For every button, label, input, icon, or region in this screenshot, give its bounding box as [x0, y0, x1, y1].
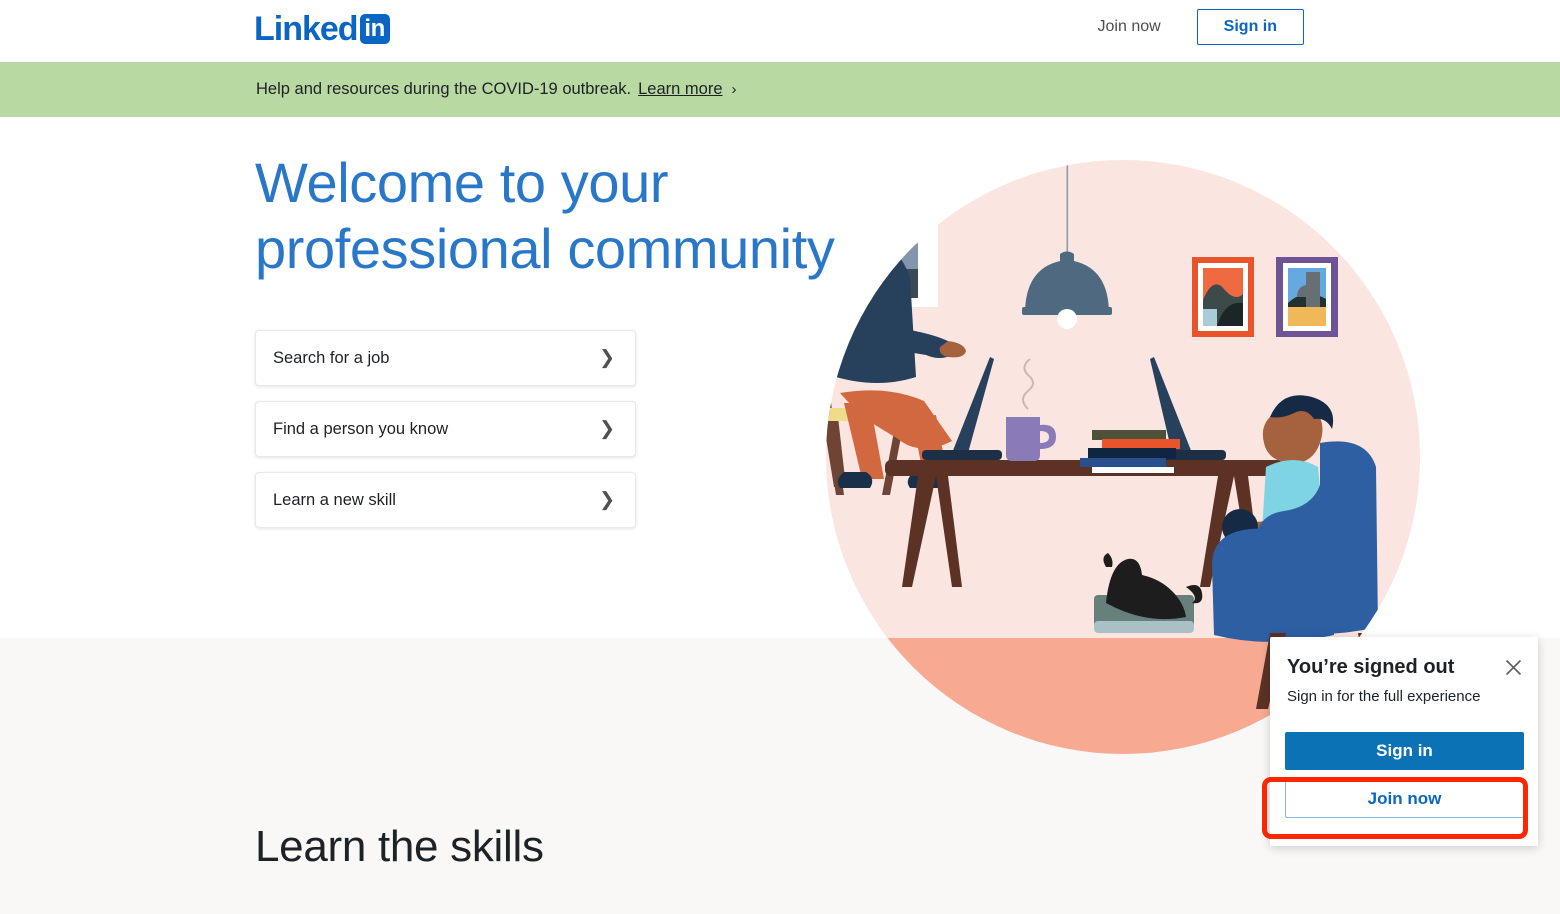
- popup-title: You’re signed out: [1287, 656, 1455, 678]
- logo-in-badge: in: [359, 14, 390, 44]
- cta-find-a-person-you-know[interactable]: Find a person you know ❯: [255, 401, 636, 457]
- book-stack: [1080, 430, 1180, 473]
- linkedin-homepage: Linked in Join now Sign in Help and reso…: [0, 0, 1560, 914]
- chevron-right-icon: ❯: [599, 347, 615, 369]
- cta-label: Search for a job: [273, 348, 390, 367]
- logo-wordmark: Linked: [254, 10, 359, 48]
- framed-picture-left: [1192, 257, 1254, 337]
- covid-notice-banner: Help and resources during the COVID-19 o…: [0, 62, 1560, 117]
- hero-cta-list: Search for a job ❯ Find a person you kno…: [255, 330, 636, 543]
- chevron-right-icon: ›: [731, 81, 737, 98]
- chevron-right-icon: ❯: [599, 418, 615, 440]
- cta-search-for-a-job[interactable]: Search for a job ❯: [255, 330, 636, 386]
- signed-out-popup: You’re signed out Sign in for the full e…: [1270, 637, 1538, 846]
- hero-title: Welcome to your professional community: [255, 151, 835, 280]
- popup-sign-in-button[interactable]: Sign in: [1285, 732, 1524, 770]
- logo-in-text: in: [364, 14, 385, 42]
- header-actions: Join now Sign in: [1088, 9, 1304, 45]
- site-header: Linked in Join now Sign in: [0, 0, 1560, 62]
- popup-join-now-button[interactable]: Join now: [1285, 780, 1524, 818]
- linkedin-logo[interactable]: Linked in: [254, 12, 390, 46]
- popup-subtitle: Sign in for the full experience: [1287, 688, 1481, 705]
- cta-learn-a-new-skill[interactable]: Learn a new skill ❯: [255, 472, 636, 528]
- close-icon[interactable]: [1500, 654, 1526, 680]
- cta-label: Learn a new skill: [273, 490, 396, 509]
- covid-banner-text: Help and resources during the COVID-19 o…: [256, 80, 632, 98]
- cta-label: Find a person you know: [273, 419, 449, 438]
- framed-picture-right: [1276, 257, 1338, 337]
- header-join-now-button[interactable]: Join now: [1088, 10, 1171, 44]
- covid-banner-content: Help and resources during the COVID-19 o…: [256, 80, 737, 99]
- covid-learn-more-link[interactable]: Learn more: [638, 80, 722, 99]
- learn-skills-title: Learn the skills: [255, 822, 544, 871]
- chevron-right-icon: ❯: [599, 489, 615, 511]
- header-sign-in-button[interactable]: Sign in: [1196, 9, 1304, 45]
